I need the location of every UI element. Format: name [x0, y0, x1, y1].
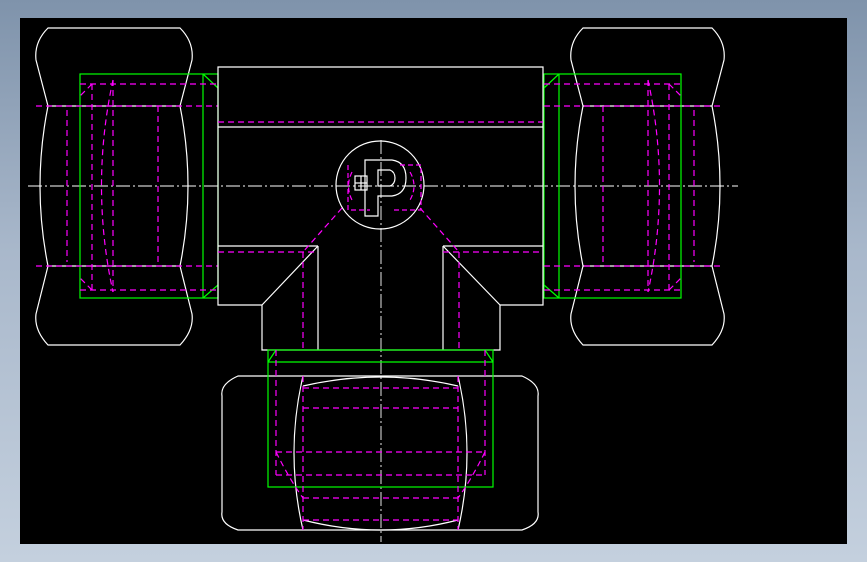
- bottom-nut-chamfer-right: [484, 349, 494, 363]
- bottom-nut-arc-bottom: [302, 519, 459, 531]
- right-hex-nut: [543, 27, 725, 346]
- hidden-line: [392, 164, 422, 211]
- cad-viewport[interactable]: [20, 18, 847, 544]
- tee-body-diagonal-right: [442, 245, 501, 306]
- tee-body-outline: [217, 66, 544, 351]
- manufacturer-logo: [335, 140, 425, 230]
- bottom-nut-outline: [221, 375, 539, 531]
- tee-body: [217, 66, 544, 351]
- logo-letter-p: [364, 159, 407, 217]
- tee-body-hidden-lines: [218, 121, 543, 350]
- bottom-nut-arc-top: [302, 376, 459, 387]
- logo-hidden-lines: [347, 164, 422, 211]
- bottom-nut-face-left: [293, 375, 304, 531]
- logo-circle: [335, 140, 425, 230]
- bottom-nut-face-right: [457, 375, 468, 531]
- center-lines: [28, 140, 738, 542]
- hidden-line: [668, 83, 682, 97]
- bottom-hex-nut: [221, 349, 539, 531]
- tee-body-diagonal-left: [261, 245, 319, 306]
- hidden-line: [79, 83, 93, 97]
- hidden-line: [79, 277, 93, 291]
- left-hex-nut: [35, 27, 219, 346]
- hidden-line: [668, 277, 682, 291]
- right-nut-chamfer-bottom: [543, 284, 560, 299]
- left-nut-chamfer-top: [202, 73, 219, 89]
- left-nut-chamfer-bottom: [202, 284, 219, 299]
- bottom-nut-chamfer-left: [267, 349, 277, 363]
- tee-fitting-drawing: [28, 27, 738, 542]
- right-nut-chamfer-top: [543, 73, 560, 89]
- bottom-nut-thread: [267, 349, 494, 488]
